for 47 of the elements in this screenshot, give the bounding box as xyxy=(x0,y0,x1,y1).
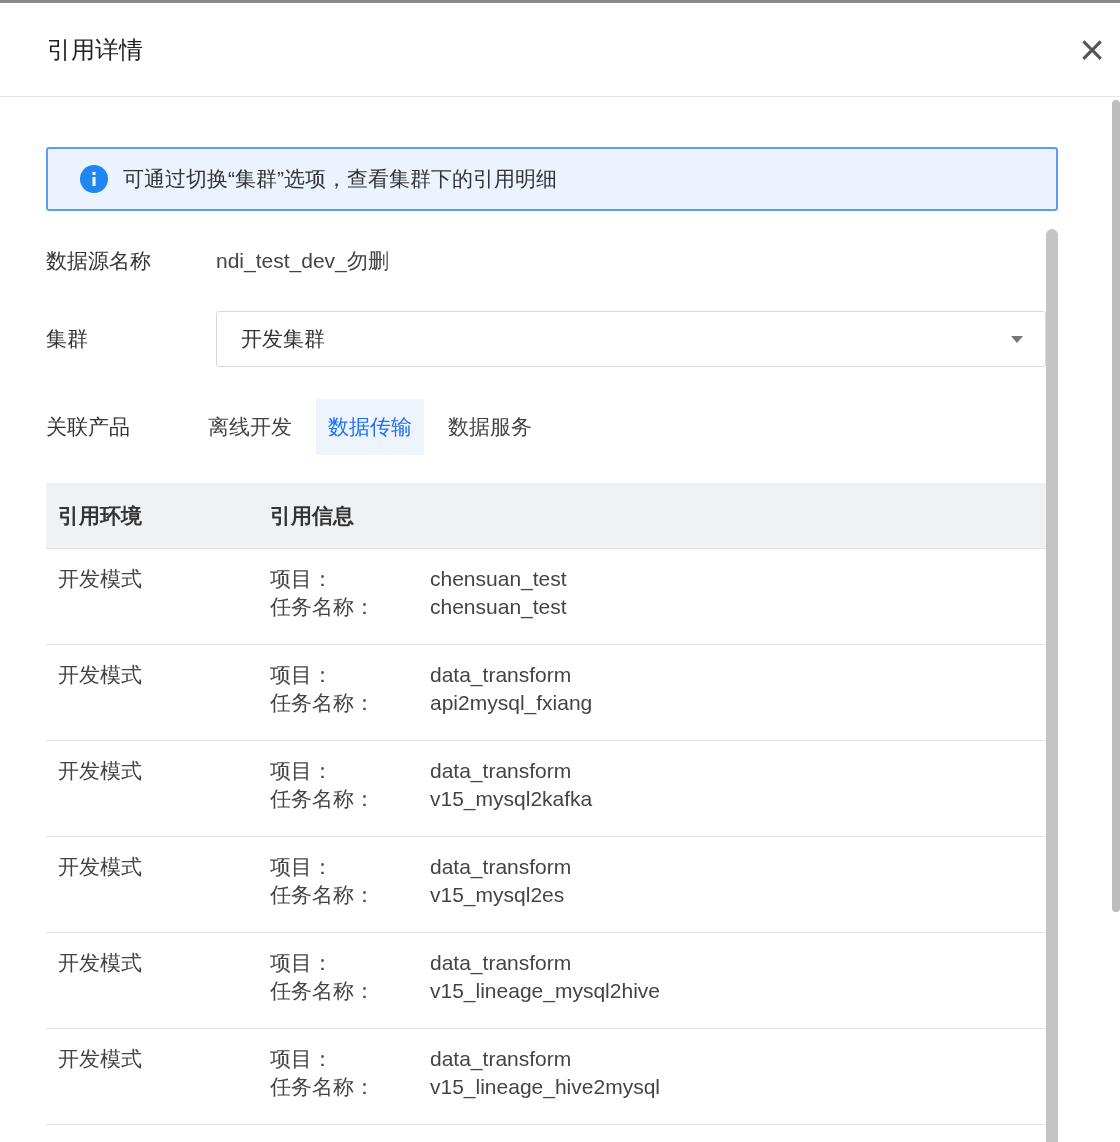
task-name: v15_lineage_hive2mysql xyxy=(430,1074,660,1101)
dialog-title: 引用详情 xyxy=(47,34,143,65)
info-label: 项目： xyxy=(270,1046,334,1072)
product-tab[interactable]: 数据传输 xyxy=(316,399,424,455)
project-name: data_transform xyxy=(430,950,573,977)
project-name: data_transform xyxy=(430,1046,573,1073)
info-icon xyxy=(80,165,108,193)
info-text: 可通过切换“集群”选项，查看集群下的引用明细 xyxy=(123,166,557,193)
info-label: 任务名称： xyxy=(270,594,376,620)
info-label: 任务名称： xyxy=(270,978,376,1004)
field-label: 数据源名称 xyxy=(46,248,152,275)
product-tab[interactable]: 数据服务 xyxy=(436,399,544,455)
task-name: v15_mysql2es xyxy=(430,882,566,909)
column-header: 引用信息 xyxy=(270,502,354,529)
column-header: 引用环境 xyxy=(57,502,143,529)
table-cell-text: 开发模式 xyxy=(57,950,143,976)
cluster-select[interactable]: 开发集群 xyxy=(216,311,1046,367)
table-cell-text: 开发模式 xyxy=(57,662,143,688)
info-label: 项目： xyxy=(270,854,334,880)
task-name: chensuan_test xyxy=(430,594,567,621)
info-label: 任务名称： xyxy=(270,786,376,812)
table-cell-text: 开发模式 xyxy=(57,758,143,784)
info-label: 任务名称： xyxy=(270,690,376,716)
table-cell-text: 开发模式 xyxy=(57,854,143,880)
info-label: 项目： xyxy=(270,950,334,976)
project-name: data_transform xyxy=(430,758,573,785)
project-name: data_transform xyxy=(430,662,573,689)
scrollbar[interactable] xyxy=(1112,100,1120,912)
project-name: data_transform xyxy=(430,854,572,881)
task-name: v15_mysql2kafka xyxy=(430,786,593,813)
info-label: 项目： xyxy=(270,758,334,784)
task-name: v15_lineage_mysql2hive xyxy=(430,978,660,1005)
info-label: 项目： xyxy=(270,566,334,592)
info-label: 项目： xyxy=(270,662,334,688)
task-name: api2mysql_fxiang xyxy=(430,690,593,717)
field-label: 集群 xyxy=(46,326,89,353)
datasource-name: ndi_test_dev_勿删 xyxy=(216,248,389,275)
table-cell-text: 开发模式 xyxy=(57,566,143,592)
scrollbar[interactable] xyxy=(1046,229,1058,1142)
project-name: chensuan_test xyxy=(430,566,567,593)
caret-icon xyxy=(1011,335,1023,343)
close-button[interactable]: × xyxy=(1079,27,1105,72)
table-cell-text: 开发模式 xyxy=(57,1046,143,1072)
product-tab[interactable]: 离线开发 xyxy=(196,399,304,455)
info-label: 任务名称： xyxy=(270,1074,376,1100)
info-label: 任务名称： xyxy=(270,882,376,908)
field-label: 关联产品 xyxy=(46,414,131,441)
